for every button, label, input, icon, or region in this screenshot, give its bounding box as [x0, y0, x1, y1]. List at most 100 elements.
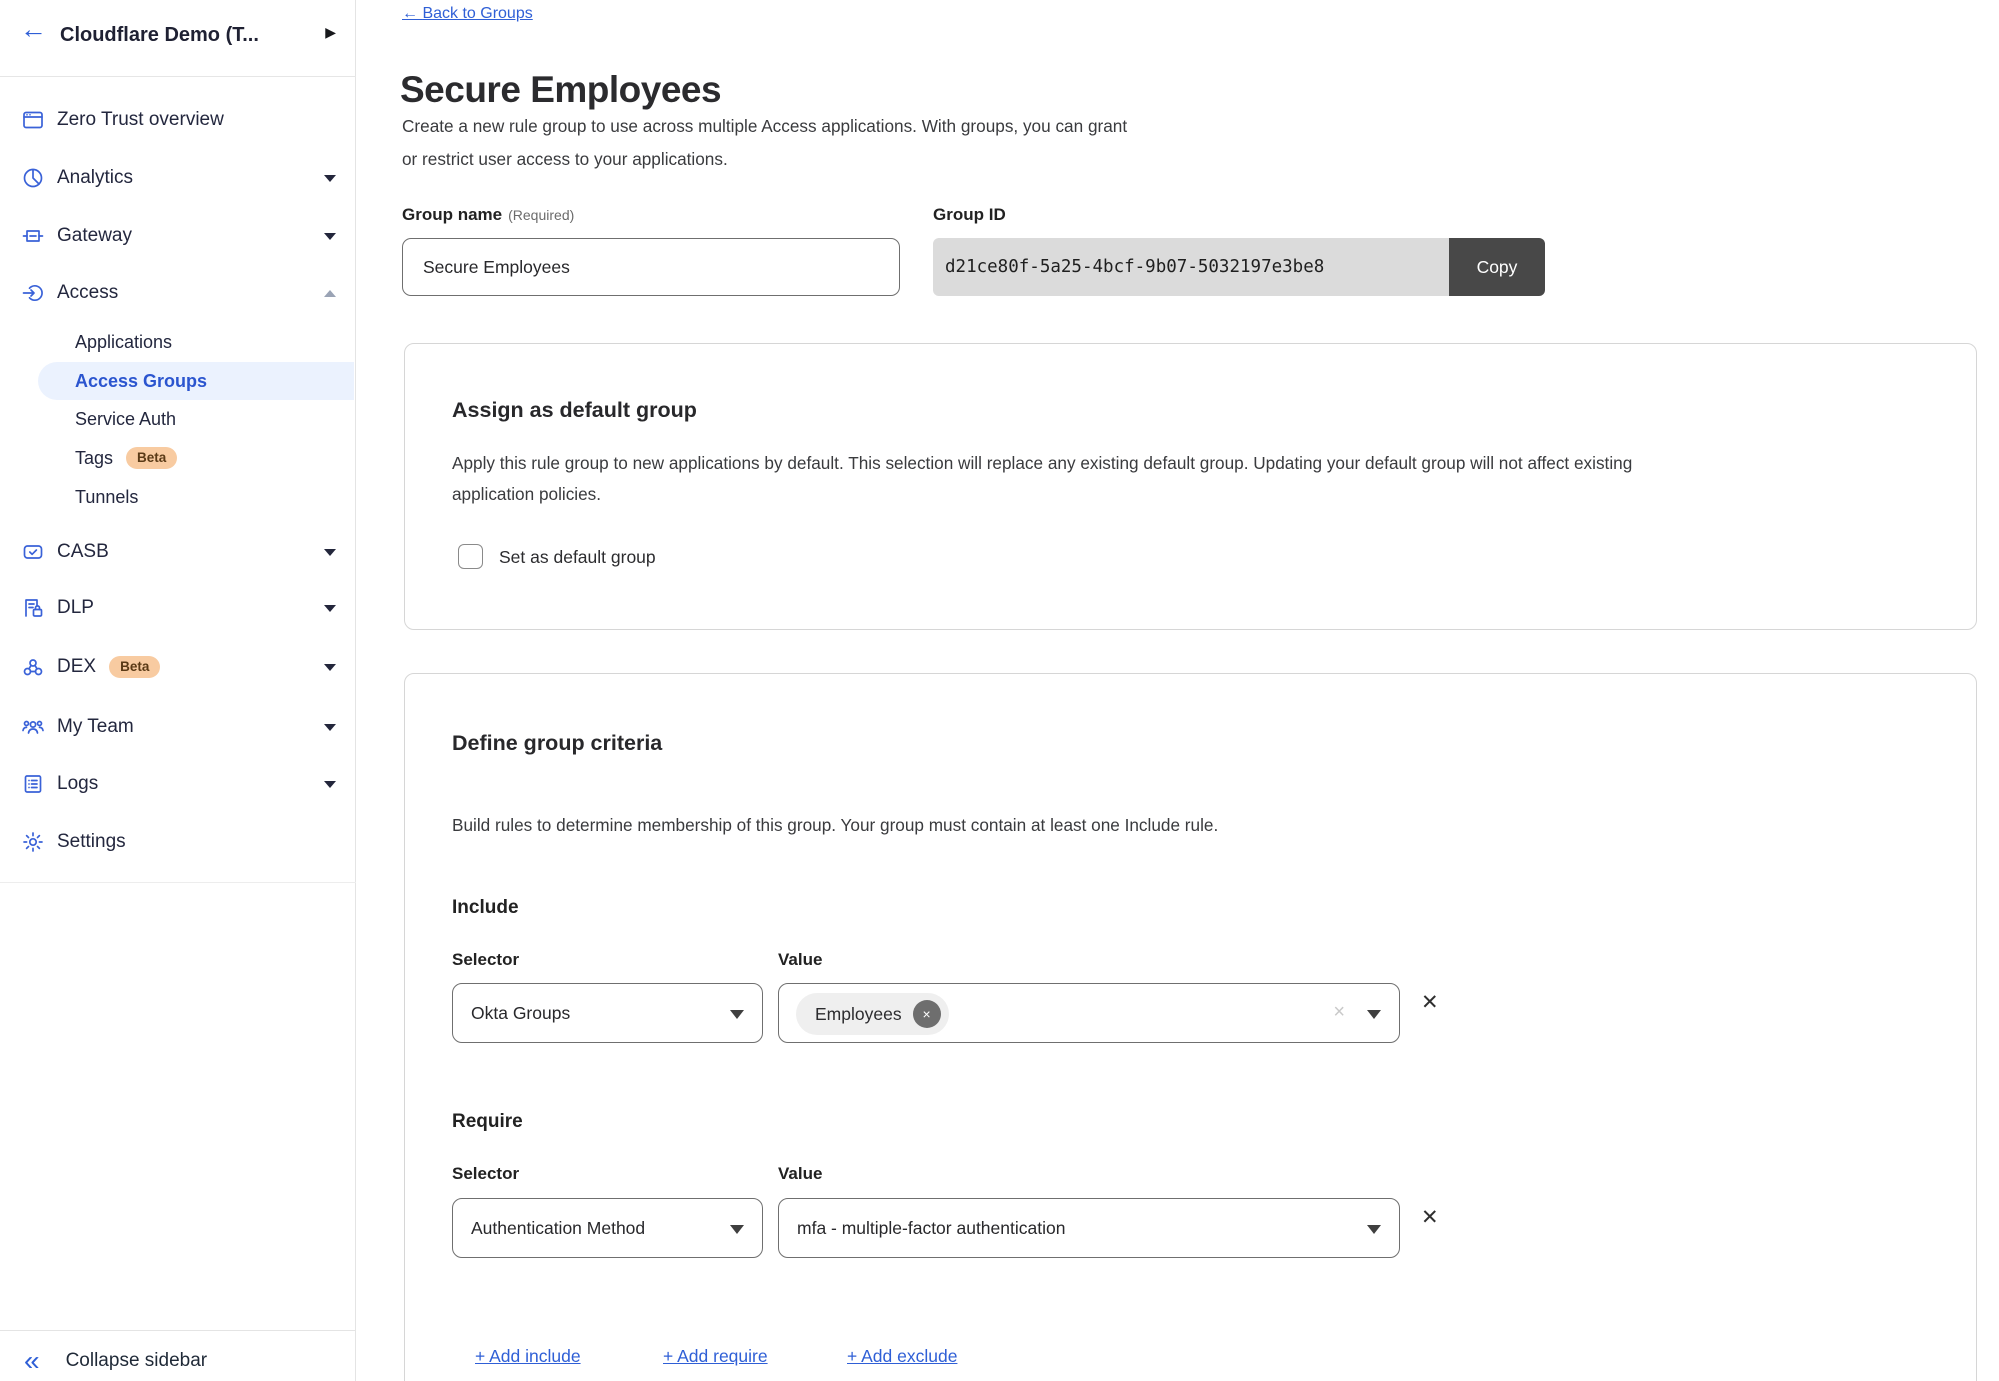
sidebar-item-label: Tunnels: [75, 487, 138, 508]
add-exclude-link[interactable]: + Add exclude: [847, 1346, 957, 1367]
sidebar-item-dex[interactable]: DEX Beta: [0, 649, 356, 685]
sidebar-item-analytics[interactable]: Analytics: [0, 160, 356, 196]
access-icon: [20, 280, 46, 306]
include-selector-dropdown[interactable]: Okta Groups: [452, 983, 763, 1043]
chevron-down-icon: [324, 724, 336, 731]
include-heading: Include: [452, 897, 519, 919]
back-link-label: Back to Groups: [422, 5, 532, 22]
pie-chart-icon: [20, 165, 46, 191]
page-description-line1: Create a new rule group to use across mu…: [402, 110, 1127, 143]
beta-badge: Beta: [109, 656, 160, 678]
beta-badge: Beta: [126, 447, 177, 469]
assign-default-group-description: Apply this rule group to new application…: [452, 448, 1632, 510]
back-arrow-icon[interactable]: ←: [20, 16, 47, 43]
sidebar-item-dlp[interactable]: DLP: [0, 590, 356, 626]
back-to-groups-link[interactable]: ← Back to Groups: [402, 5, 533, 23]
remove-require-rule-icon[interactable]: ✕: [1421, 1207, 1439, 1228]
require-selector-label: Selector: [452, 1164, 519, 1184]
sidebar-item-label: CASB: [57, 541, 109, 563]
chevron-down-icon: [1367, 1010, 1381, 1019]
include-value-label: Value: [778, 950, 822, 970]
add-require-link[interactable]: + Add require: [663, 1346, 768, 1367]
chevron-down-icon: [324, 549, 336, 556]
chevron-up-icon: [324, 290, 336, 297]
logs-icon: [20, 771, 46, 797]
sidebar-item-gateway[interactable]: Gateway: [0, 218, 356, 254]
assign-default-description-line1: Apply this rule group to new application…: [452, 448, 1632, 479]
gateway-icon: [20, 223, 46, 249]
require-selector-dropdown[interactable]: Authentication Method: [452, 1198, 763, 1258]
group-name-label: Group name: [402, 205, 502, 224]
account-expand-caret-icon[interactable]: ▶: [325, 25, 336, 39]
sidebar-item-tunnels[interactable]: Tunnels: [0, 479, 356, 515]
window-icon: [20, 107, 46, 133]
sidebar-item-access[interactable]: Access: [0, 275, 356, 311]
chevron-down-icon: [1367, 1225, 1381, 1234]
sidebar-item-my-team[interactable]: My Team: [0, 709, 356, 745]
set-default-group-checkbox[interactable]: [458, 544, 483, 569]
chevron-down-icon: [324, 781, 336, 788]
chevron-down-icon: [730, 1225, 744, 1234]
sidebar-item-zero-trust-overview[interactable]: Zero Trust overview: [0, 102, 356, 138]
account-title: Cloudflare Demo (T...: [60, 24, 259, 47]
value-chip: Employees ×: [796, 993, 949, 1035]
criteria-title: Define group criteria: [452, 731, 662, 756]
sidebar-item-label: My Team: [57, 716, 134, 738]
require-value-value: mfa - multiple-factor authentication: [779, 1218, 1065, 1239]
group-id-value: d21ce80f-5a25-4bcf-9b07-5032197e3be8: [945, 257, 1324, 277]
page-description-line2: or restrict user access to your applicat…: [402, 143, 1127, 176]
remove-include-rule-icon[interactable]: ✕: [1421, 992, 1439, 1013]
collapse-chevrons-icon: «: [24, 1347, 40, 1375]
sidebar-item-tags[interactable]: Tags Beta: [0, 440, 356, 476]
sidebar-footer-divider: [0, 1330, 356, 1331]
zero-trust-dashboard: ← Cloudflare Demo (T... ▶ Zero Trust ove…: [0, 0, 1999, 1381]
sidebar-item-label: Logs: [57, 773, 98, 795]
sidebar-section-divider: [0, 882, 356, 883]
chevron-down-icon: [730, 1010, 744, 1019]
add-include-link[interactable]: + Add include: [475, 1346, 581, 1367]
copy-button[interactable]: Copy: [1449, 238, 1545, 296]
collapse-sidebar-button[interactable]: « Collapse sidebar: [0, 1340, 356, 1381]
sidebar-item-service-auth[interactable]: Service Auth: [0, 401, 356, 437]
dlp-icon: [20, 595, 46, 621]
sidebar-item-applications[interactable]: Applications: [0, 324, 356, 360]
group-id-label: Group ID: [933, 205, 1006, 225]
require-value-dropdown[interactable]: mfa - multiple-factor authentication: [778, 1198, 1400, 1258]
page-title: Secure Employees: [400, 69, 721, 111]
value-chip-label: Employees: [815, 1004, 902, 1025]
chevron-down-icon: [324, 664, 336, 671]
include-selector-label: Selector: [452, 950, 519, 970]
sidebar-item-label: Gateway: [57, 225, 132, 247]
team-icon: [20, 714, 46, 740]
sidebar-item-label: Tags: [75, 448, 113, 469]
casb-icon: [20, 539, 46, 565]
sidebar-item-settings[interactable]: Settings: [0, 824, 356, 860]
sidebar-item-label: Access Groups: [38, 371, 207, 392]
group-name-label-row: Group name (Required): [402, 205, 574, 225]
back-arrow-icon: ←: [402, 5, 418, 22]
sidebar-item-label: DLP: [57, 597, 94, 619]
group-name-input[interactable]: [402, 238, 900, 296]
require-heading: Require: [452, 1111, 523, 1133]
collapse-sidebar-label: Collapse sidebar: [66, 1350, 208, 1372]
required-hint: (Required): [508, 207, 574, 223]
include-value-combobox[interactable]: Employees × ×: [778, 983, 1400, 1043]
sidebar-item-casb[interactable]: CASB: [0, 534, 356, 570]
chip-remove-icon[interactable]: ×: [913, 1000, 941, 1028]
require-selector-value: Authentication Method: [453, 1218, 645, 1239]
clear-values-icon[interactable]: ×: [1333, 1001, 1345, 1024]
sidebar-item-logs[interactable]: Logs: [0, 766, 356, 802]
page-description: Create a new rule group to use across mu…: [402, 110, 1127, 176]
chevron-down-icon: [324, 605, 336, 612]
sidebar-item-label: Applications: [75, 332, 172, 353]
dex-icon: [20, 654, 46, 680]
criteria-description: Build rules to determine membership of t…: [452, 810, 1218, 841]
sidebar-item-label: Analytics: [57, 167, 133, 189]
sidebar-item-label: Access: [57, 282, 118, 304]
sidebar-item-label: Zero Trust overview: [57, 109, 224, 131]
sidebar-item-access-groups[interactable]: Access Groups: [38, 362, 354, 400]
group-id-box: d21ce80f-5a25-4bcf-9b07-5032197e3be8: [933, 238, 1449, 296]
sidebar-item-label: DEX: [57, 656, 96, 678]
sidebar-item-label: Settings: [57, 831, 126, 853]
require-value-label: Value: [778, 1164, 822, 1184]
